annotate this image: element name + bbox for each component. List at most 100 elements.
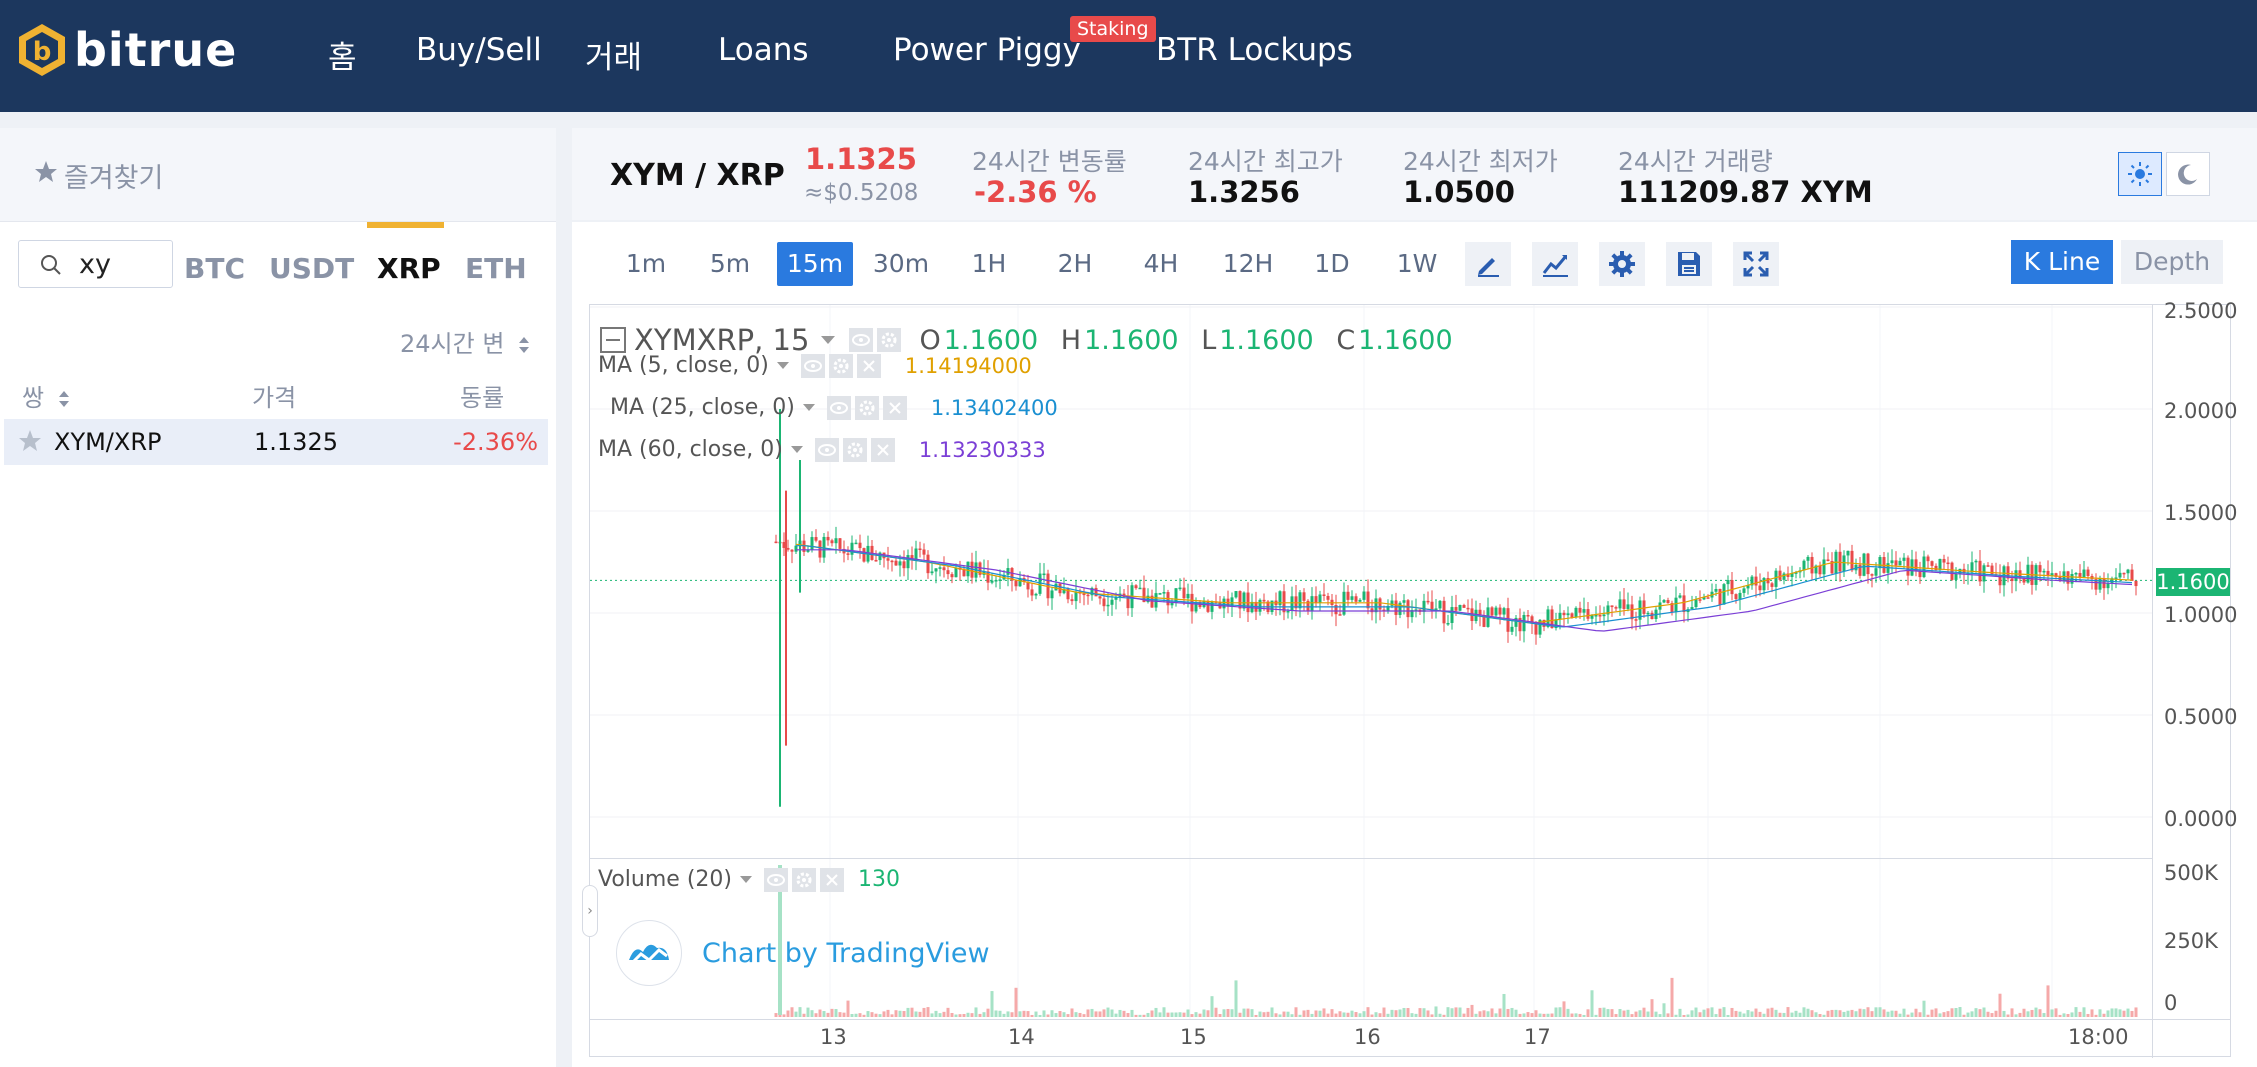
- nav-loans[interactable]: Loans: [718, 32, 809, 68]
- settings-button[interactable]: [1599, 242, 1645, 286]
- volume-bar: [1506, 1008, 1510, 1017]
- volume-bar: [946, 1007, 950, 1017]
- column-pair[interactable]: 쌍: [22, 378, 70, 413]
- fullscreen-button[interactable]: [1733, 242, 1779, 286]
- candle-body: [1598, 614, 1602, 617]
- timeframe-2h[interactable]: 2H: [1045, 242, 1105, 286]
- candle-body: [1522, 614, 1526, 632]
- volume-bar: [1406, 1008, 1410, 1017]
- row-price: 1.1325: [254, 428, 338, 456]
- close-icon[interactable]: [882, 395, 907, 420]
- timeframe-4h[interactable]: 4H: [1131, 242, 1191, 286]
- close-icon[interactable]: [856, 353, 881, 378]
- volume-bar: [1274, 1013, 1278, 1017]
- volume-bar: [1210, 996, 1214, 1017]
- volume-bar: [1458, 1007, 1462, 1017]
- depth-button[interactable]: Depth: [2121, 240, 2223, 284]
- favorites-bar[interactable]: 즐겨찾기: [0, 128, 556, 222]
- volume-bar: [930, 1013, 934, 1017]
- chevron-down-icon[interactable]: [790, 446, 803, 453]
- nav-buy-sell[interactable]: Buy/Sell: [416, 32, 542, 68]
- gear-icon[interactable]: [842, 437, 867, 462]
- gear-icon[interactable]: [877, 328, 902, 352]
- close-icon[interactable]: [870, 437, 895, 462]
- indicators-button[interactable]: [1532, 242, 1578, 286]
- change-value: -2.36 %: [974, 175, 1097, 209]
- timeframe-1h[interactable]: 1H: [959, 242, 1019, 286]
- nav-trade[interactable]: 거래: [585, 32, 642, 77]
- chevron-down-icon[interactable]: [802, 404, 815, 411]
- volume-bar: [1866, 1007, 1870, 1017]
- market-tab-eth[interactable]: ETH: [465, 252, 527, 285]
- volume-bar: [1326, 1013, 1330, 1017]
- eye-icon[interactable]: [800, 353, 825, 378]
- volume-bar: [2122, 1010, 2126, 1017]
- candle-body: [942, 567, 946, 571]
- nav-power-piggy[interactable]: Power Piggy: [893, 32, 1081, 68]
- volume-bar: [1162, 1007, 1166, 1017]
- dark-theme-button[interactable]: [2166, 152, 2210, 196]
- volume-bar: [1874, 1007, 1878, 1017]
- volume-bar: [2082, 1007, 2086, 1017]
- volume-bar: [962, 1013, 966, 1017]
- staking-badge: Staking: [1070, 16, 1156, 42]
- chevron-right-icon[interactable]: ›: [582, 885, 598, 937]
- close-icon[interactable]: [819, 867, 844, 892]
- column-price[interactable]: 가격: [252, 378, 296, 413]
- chevron-down-icon[interactable]: [821, 336, 836, 344]
- high-value: 1.3256: [1188, 175, 1300, 209]
- timeframe-1w[interactable]: 1W: [1387, 242, 1447, 286]
- market-tab-btc[interactable]: BTC: [184, 252, 245, 285]
- collapse-legend-icon[interactable]: [600, 327, 626, 353]
- pane-divider[interactable]: [590, 858, 2152, 859]
- eye-icon[interactable]: [763, 867, 788, 892]
- volume-bar: [794, 1011, 798, 1017]
- candle-body: [894, 560, 898, 566]
- sort-selector[interactable]: 24시간 변: [400, 324, 530, 359]
- volume-bar: [786, 1010, 790, 1017]
- draw-tool-button[interactable]: [1465, 242, 1511, 286]
- market-row[interactable]: XYM/XRP 1.1325 -2.36%: [4, 419, 548, 465]
- light-theme-button[interactable]: [2118, 152, 2162, 196]
- market-tab-usdt[interactable]: USDT: [269, 252, 354, 285]
- eye-icon[interactable]: [814, 437, 839, 462]
- timeframe-15m[interactable]: 15m: [777, 242, 853, 286]
- eye-icon[interactable]: [826, 395, 851, 420]
- search-input[interactable]: [79, 247, 169, 281]
- kline-button[interactable]: K Line: [2011, 240, 2113, 284]
- save-button[interactable]: [1666, 242, 1712, 286]
- market-tab-xrp[interactable]: XRP: [377, 252, 441, 285]
- high-label: 24시간 최고가: [1188, 147, 1343, 176]
- nav-home[interactable]: 홈: [328, 32, 357, 77]
- gear-icon[interactable]: [828, 353, 853, 378]
- chevron-down-icon[interactable]: [776, 362, 789, 369]
- candle-body: [1006, 568, 1010, 575]
- volume-bar: [1062, 1012, 1066, 1017]
- timeframe-5m[interactable]: 5m: [700, 242, 760, 286]
- column-change[interactable]: 동률: [460, 378, 504, 413]
- chevron-down-icon[interactable]: [739, 876, 752, 883]
- tradingview-watermark[interactable]: Chart by TradingView: [616, 920, 990, 986]
- volume-bar: [1038, 1014, 1042, 1017]
- tradingview-chart[interactable]: XYMXRP, 15 O 1.1600 H 1.1600 L 1.1600 C 1.16…: [582, 299, 2237, 1058]
- candle-body: [930, 571, 934, 574]
- timeframe-1m[interactable]: 1m: [616, 242, 676, 286]
- timeframe-12h[interactable]: 12H: [1213, 242, 1283, 286]
- time-axis-border: [590, 1019, 2230, 1020]
- timeframe-30m[interactable]: 30m: [868, 242, 934, 286]
- search-field[interactable]: [18, 240, 173, 288]
- active-tab-indicator: [367, 222, 444, 228]
- logo[interactable]: b bitrue: [16, 22, 237, 78]
- timeframe-1d[interactable]: 1D: [1302, 242, 1362, 286]
- favorite-star-icon[interactable]: [18, 429, 42, 453]
- gear-icon[interactable]: [791, 867, 816, 892]
- x-tick: 14: [1008, 1025, 1035, 1049]
- volume-bar: [1850, 1009, 1854, 1017]
- eye-icon[interactable]: [849, 328, 874, 352]
- gear-icon[interactable]: [854, 395, 879, 420]
- candle-body: [1286, 610, 1290, 613]
- nav-btr-lockups[interactable]: BTR Lockups: [1156, 32, 1353, 68]
- candle-body: [938, 567, 942, 569]
- volume-bar: [1126, 1013, 1130, 1017]
- candle-body: [994, 580, 998, 582]
